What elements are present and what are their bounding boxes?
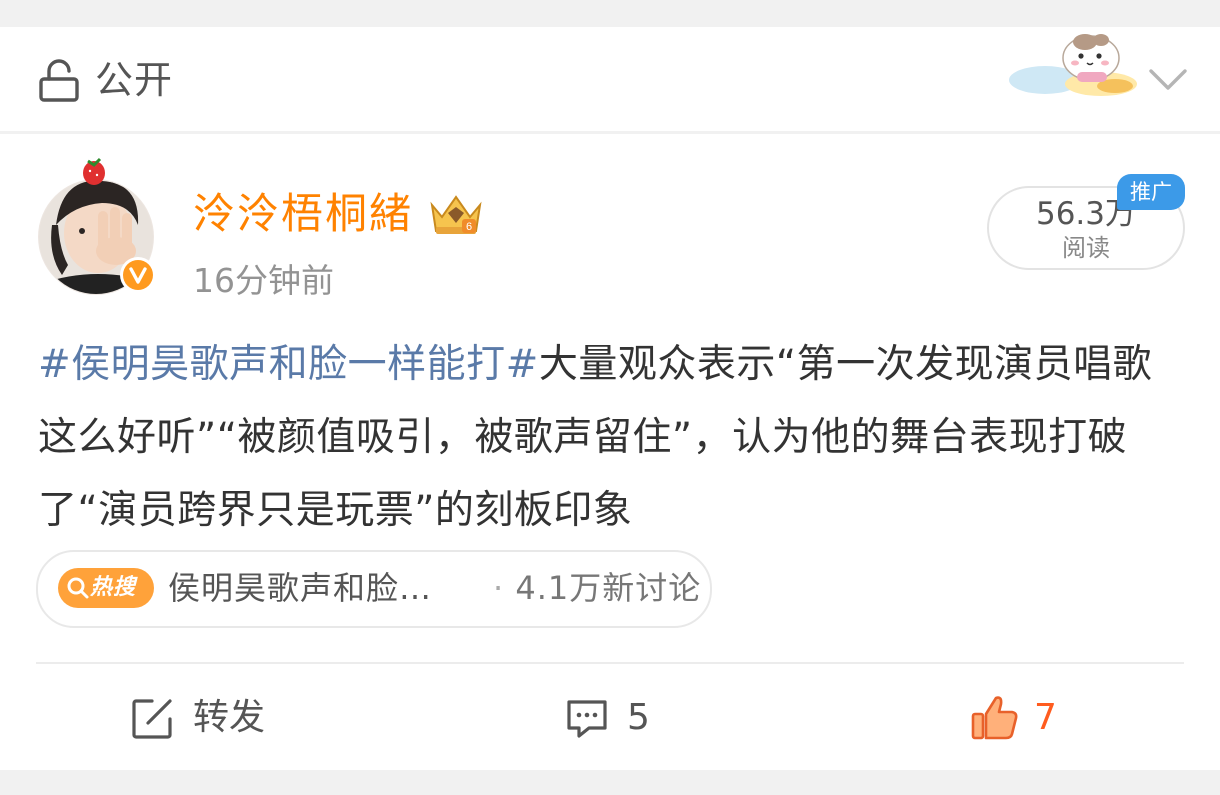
author-name[interactable]: 泠泠梧桐緒 bbox=[193, 186, 413, 242]
lock-open-icon bbox=[39, 59, 79, 102]
divider bbox=[36, 662, 1184, 664]
hashtag-link[interactable]: #侯明昊歌声和脸一样能打# bbox=[38, 342, 539, 387]
repost-icon[interactable] bbox=[130, 697, 174, 741]
comment-icon[interactable] bbox=[565, 698, 609, 740]
visibility-label[interactable]: 公开 bbox=[95, 55, 173, 105]
hot-search-link[interactable]: 热搜 侯明昊歌声和脸… · 4.1万新讨论 bbox=[36, 550, 712, 628]
repost-button[interactable]: 转发 bbox=[193, 694, 265, 742]
promo-badge: 推广 bbox=[1117, 174, 1185, 210]
search-icon bbox=[67, 577, 89, 599]
svg-text:6: 6 bbox=[466, 221, 472, 233]
crown-icon: 6 bbox=[430, 195, 482, 234]
hamster-sticker bbox=[1009, 34, 1137, 96]
avatar[interactable] bbox=[38, 155, 162, 295]
trend-separator: · bbox=[493, 569, 505, 607]
post-time: 16分钟前 bbox=[193, 261, 334, 300]
read-label: 阅读 bbox=[1062, 234, 1110, 262]
trend-count-text: 4.1万新讨论 bbox=[515, 569, 702, 607]
hot-search-badge: 热搜 bbox=[58, 568, 154, 608]
trend-title: 侯明昊歌声和脸… bbox=[168, 569, 433, 607]
like-count[interactable]: 7 bbox=[1034, 694, 1057, 742]
chevron-down-icon[interactable] bbox=[1146, 64, 1190, 94]
trend-discussion-count: · 4.1万新讨论 bbox=[493, 565, 701, 611]
hot-search-label: 热搜 bbox=[90, 575, 137, 600]
comment-count[interactable]: 5 bbox=[627, 694, 650, 742]
post-text: #侯明昊歌声和脸一样能打#大量观众表示“第一次发现演员唱歌这么好听”“被颜值吸引… bbox=[38, 328, 1188, 547]
thumbs-up-icon[interactable] bbox=[970, 694, 1020, 742]
